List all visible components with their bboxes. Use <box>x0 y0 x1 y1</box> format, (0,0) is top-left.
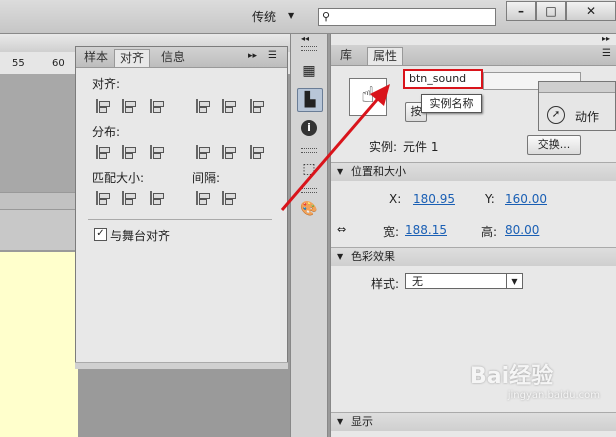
align-bottom-icon[interactable] <box>250 99 266 113</box>
watermark: Bai经验 jingyan.baidu.com <box>470 364 600 401</box>
align-panel-tabs: 样本 对齐 信息 ▸▸ ☰ <box>76 47 287 68</box>
ruler-tick: 60 <box>52 58 65 69</box>
tab-info[interactable]: 信息 <box>156 49 190 66</box>
align-to-stage-label: 与舞台对齐 <box>110 229 171 243</box>
pasteboard <box>0 210 80 250</box>
maximize-button[interactable]: □ <box>536 1 566 21</box>
swatches-grid-icon[interactable]: ▦ <box>297 60 321 82</box>
actions-arrow-icon[interactable]: ➚ <box>547 106 565 124</box>
align-right-icon[interactable] <box>150 99 166 113</box>
match-both-icon[interactable] <box>150 191 166 205</box>
y-value[interactable]: 160.00 <box>505 192 547 206</box>
distribute-bottom-icon[interactable] <box>150 145 166 159</box>
space-horizontal-icon[interactable] <box>222 191 238 205</box>
stage-canvas[interactable] <box>0 252 78 437</box>
collapse-triangle-icon: ▼ <box>337 252 344 261</box>
instance-name-input[interactable]: btn_sound <box>403 69 483 89</box>
timeline-frames <box>0 74 76 192</box>
align-top-icon[interactable] <box>196 99 212 113</box>
annotation-arrow <box>280 84 390 211</box>
panel-menu-icon[interactable]: ☰ <box>268 50 277 61</box>
height-value[interactable]: 80.00 <box>505 223 539 237</box>
edit-bar <box>0 192 80 210</box>
align-hcenter-icon[interactable] <box>122 99 138 113</box>
tooltip: 实例名称 <box>421 94 482 113</box>
section-match-size-label: 匹配大小: <box>92 171 145 185</box>
x-value[interactable]: 180.95 <box>413 192 455 206</box>
distribute-top-icon[interactable] <box>96 145 112 159</box>
space-vertical-icon[interactable] <box>196 191 212 205</box>
collapse-icon[interactable]: ▸▸ <box>602 34 610 43</box>
tab-swatches[interactable]: 样本 <box>79 49 113 66</box>
distribute-left-icon[interactable] <box>196 145 212 159</box>
distribute-vcenter-icon[interactable] <box>122 145 138 159</box>
actions-label[interactable]: 动作 <box>575 108 599 125</box>
align-to-stage-checkbox[interactable]: ✓ <box>94 228 107 241</box>
style-dropdown[interactable]: 无 ▼ <box>405 273 523 289</box>
swap-button[interactable]: 交换... <box>527 135 581 155</box>
align-vcenter-icon[interactable] <box>222 99 238 113</box>
tab-library[interactable]: 库 <box>335 47 357 64</box>
chevron-down-icon: ▼ <box>506 274 522 288</box>
width-label: 宽: <box>383 225 400 239</box>
section-distribute-label: 分布: <box>92 125 121 139</box>
match-width-icon[interactable] <box>96 191 112 205</box>
panel-menu-icon[interactable]: ☰ <box>602 48 611 59</box>
section-spacing-label: 间隔: <box>192 171 221 185</box>
ruler-tick: 55 <box>12 58 25 69</box>
actions-panel: ➚ 动作 <box>538 81 616 131</box>
minimize-button[interactable]: – <box>506 1 536 21</box>
align-left-icon[interactable] <box>96 99 112 113</box>
actions-panel-header[interactable] <box>539 82 615 93</box>
panel-resize-grip[interactable] <box>75 362 288 369</box>
section-align-label: 对齐: <box>92 77 121 91</box>
tab-align[interactable]: 对齐 <box>114 49 151 67</box>
height-label: 高: <box>481 225 498 239</box>
collapse-icon[interactable]: ◂◂ <box>301 34 309 43</box>
link-icon[interactable]: ⇔ <box>337 223 346 236</box>
divider <box>88 219 272 220</box>
y-label: Y: <box>485 192 495 206</box>
close-button[interactable]: ✕ <box>566 1 616 21</box>
chevron-down-icon[interactable]: ▼ <box>288 11 294 20</box>
workspace-switcher[interactable]: 传统 <box>252 8 276 25</box>
help-search-input[interactable]: ⚲ <box>318 8 496 26</box>
align-panel: 样本 对齐 信息 ▸▸ ☰ 对齐: 分布: 匹配大小: 间隔: ✓ 与舞台对齐 <box>75 46 288 369</box>
arrow-line <box>280 93 384 211</box>
collapse-triangle-icon: ▼ <box>337 417 344 426</box>
distribute-hcenter-icon[interactable] <box>222 145 238 159</box>
properties-tabs: 库 属性 ☰ <box>331 45 616 66</box>
style-label: 样式: <box>371 277 400 291</box>
search-icon: ⚲ <box>322 10 331 23</box>
color-effect-header[interactable]: ▼ 色彩效果 <box>331 247 616 266</box>
grip-icon[interactable] <box>301 46 317 51</box>
match-height-icon[interactable] <box>122 191 138 205</box>
collapse-icon[interactable]: ▸▸ <box>248 51 257 61</box>
tab-properties[interactable]: 属性 <box>367 47 404 65</box>
width-value[interactable]: 188.15 <box>405 223 447 237</box>
distribute-right-icon[interactable] <box>250 145 266 159</box>
